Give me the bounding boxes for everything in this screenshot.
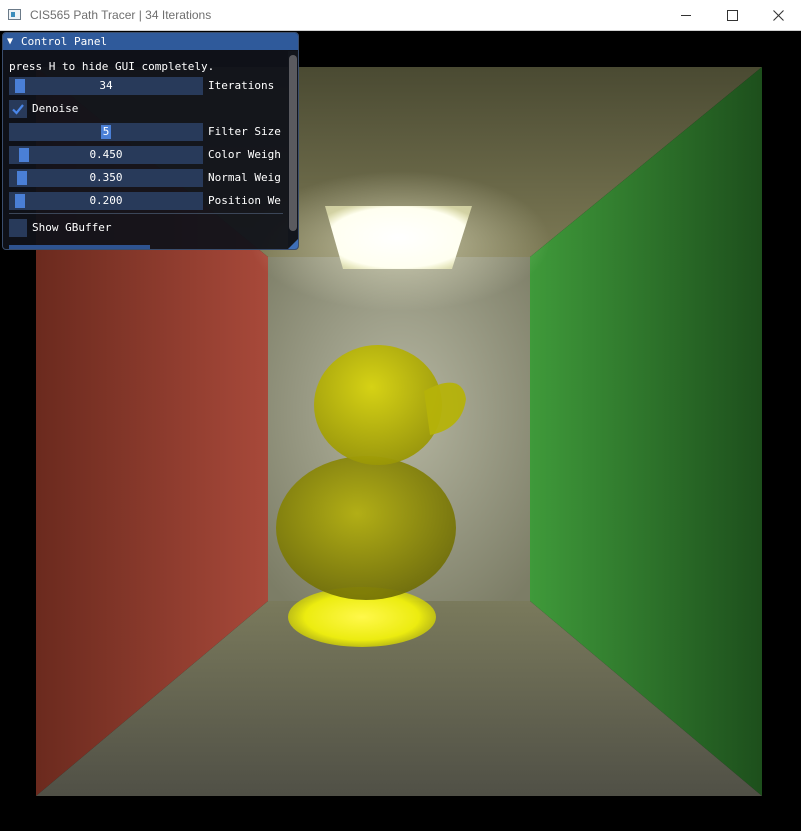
control-panel[interactable]: ▼ Control Panel press H to hide GUI comp… — [2, 32, 299, 250]
maximize-icon — [726, 9, 738, 21]
slider-value: 34 — [99, 79, 113, 92]
iterations-slider[interactable]: 34 — [9, 77, 203, 95]
filter-size-label: Filter Size — [208, 125, 281, 138]
iterations-label: Iterations — [208, 79, 275, 92]
collapse-arrow-icon[interactable]: ▼ — [7, 36, 13, 47]
app-icon — [8, 9, 21, 20]
panel-header[interactable]: ▼ Control Panel — [3, 33, 298, 50]
scrollbar-thumb[interactable] — [289, 55, 297, 231]
denoise-checkbox[interactable] — [9, 100, 27, 118]
close-icon — [772, 9, 784, 21]
checkmark-icon — [12, 104, 24, 115]
hint-text: press H to hide GUI completely. — [9, 60, 215, 73]
minimize-icon — [681, 14, 691, 16]
position-weight-slider[interactable]: 0.200 — [9, 192, 203, 210]
minimize-button[interactable] — [663, 0, 709, 30]
slider-value: 0.350 — [89, 171, 123, 184]
slider-value: 0.200 — [89, 194, 123, 207]
position-weight-label: Position We — [208, 194, 281, 207]
maximize-button[interactable] — [709, 0, 755, 30]
panel-title: Control Panel — [21, 35, 108, 48]
window-title: CIS565 Path Tracer | 34 Iterations — [30, 8, 212, 22]
filter-size-slider[interactable]: 5 — [9, 123, 203, 141]
denoise-label: Denoise — [32, 102, 79, 115]
resize-grip-icon[interactable] — [288, 239, 298, 249]
title-bar: CIS565 Path Tracer | 34 Iterations — [0, 0, 801, 31]
close-button[interactable] — [755, 0, 801, 30]
color-weight-label: Color Weigh — [208, 148, 281, 161]
partially-visible-button[interactable] — [9, 245, 150, 249]
normal-weight-slider[interactable]: 0.350 — [9, 169, 203, 187]
color-weight-slider[interactable]: 0.450 — [9, 146, 203, 164]
slider-value: 5 — [102, 125, 110, 138]
show-gbuffer-checkbox[interactable] — [9, 219, 27, 237]
slider-value: 0.450 — [89, 148, 123, 161]
separator — [9, 213, 283, 214]
normal-weight-label: Normal Weig — [208, 171, 281, 184]
show-gbuffer-label: Show GBuffer — [32, 221, 112, 234]
